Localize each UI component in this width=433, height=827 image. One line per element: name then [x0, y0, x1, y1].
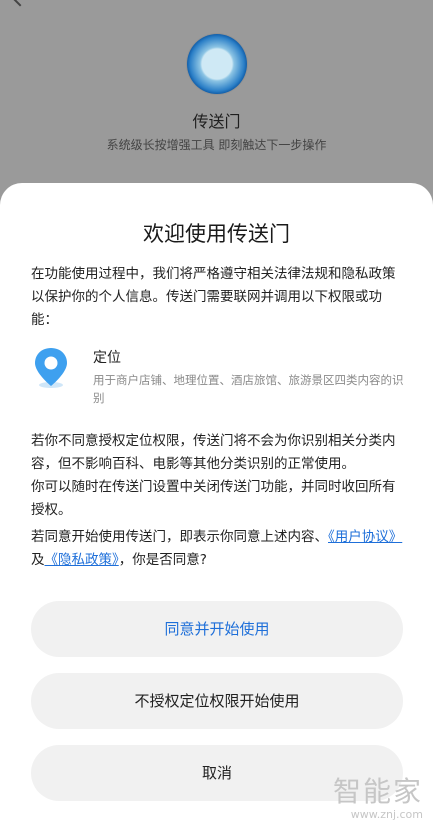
watermark: 智能家 www.znj.com: [332, 775, 423, 822]
agree-button[interactable]: 同意并开始使用: [31, 601, 403, 657]
app-description: 系统级长按增强工具 即刻触达下一步操作: [106, 138, 327, 152]
consent-prefix: 若同意开始使用传送门，即表示你同意上述内容、: [31, 529, 328, 545]
location-pin-icon: [35, 348, 67, 388]
dialog-title: 欢迎使用传送门: [143, 222, 290, 246]
permission-title: 定位: [93, 350, 121, 366]
notice-paragraph-1: 若你不同意授权定位权限，传送门将不会为你识别相关分类内容，但不影响百科、电影等其…: [31, 433, 396, 472]
consent-suffix: ，你是否同意?: [118, 552, 207, 568]
privacy-policy-link[interactable]: 《隐私政策》: [45, 552, 119, 568]
app-name: 传送门: [192, 112, 241, 131]
watermark-logo: 智能家: [332, 775, 423, 808]
app-logo-icon: [187, 34, 247, 94]
permission-description: 用于商户店铺、地理位置、酒店旅馆、旅游景区四类内容的识别: [93, 373, 404, 405]
notice-text: 若你不同意授权定位权限，传送门将不会为你识别相关分类内容，但不影响百科、电影等其…: [31, 430, 403, 522]
intro-text: 在功能使用过程中，我们将严格遵守相关法律法规和隐私政策以保护你的个人信息。传送门…: [31, 266, 396, 328]
consent-and: 及: [31, 552, 45, 568]
user-agreement-link[interactable]: 《用户协议》: [328, 529, 402, 545]
deny-location-button[interactable]: 不授权定位权限开始使用: [31, 673, 403, 729]
watermark-url: www.znj.com: [350, 808, 423, 821]
notice-paragraph-2: 你可以随时在传送门设置中关闭传送门功能，并同时收回所有授权。: [31, 479, 396, 518]
consent-text: 若同意开始使用传送门，即表示你同意上述内容、《用户协议》及《隐私政策》，你是否同…: [31, 526, 403, 572]
back-chevron-icon[interactable]: [11, 0, 29, 7]
permission-dialog-sheet: 欢迎使用传送门 在功能使用过程中，我们将严格遵守相关法律法规和隐私政策以保护你的…: [0, 183, 433, 827]
